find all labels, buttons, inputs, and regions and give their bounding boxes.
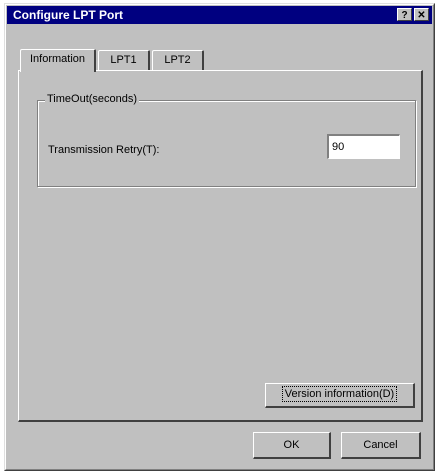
version-information-button[interactable]: Version information(D) (265, 383, 415, 408)
tab-lpt2[interactable]: LPT2 (152, 50, 204, 70)
timeout-group-label: TimeOut(seconds) (45, 93, 140, 105)
help-button[interactable]: ? (397, 8, 412, 21)
title-bar[interactable]: Configure LPT Port ? ✕ (7, 6, 432, 24)
tab-information[interactable]: Information (20, 49, 96, 72)
close-icon: ✕ (417, 10, 426, 21)
transmission-retry-input[interactable] (327, 134, 400, 159)
version-information-label: Version information(D) (281, 386, 398, 402)
close-button[interactable]: ✕ (414, 8, 429, 21)
tab-lpt1[interactable]: LPT1 (98, 50, 150, 70)
transmission-retry-label: Transmission Retry(T): (48, 144, 160, 156)
cancel-button[interactable]: Cancel (341, 432, 421, 459)
dialog-title: Configure LPT Port (13, 8, 123, 22)
help-icon: ? (401, 10, 408, 21)
ok-button[interactable]: OK (253, 432, 331, 459)
